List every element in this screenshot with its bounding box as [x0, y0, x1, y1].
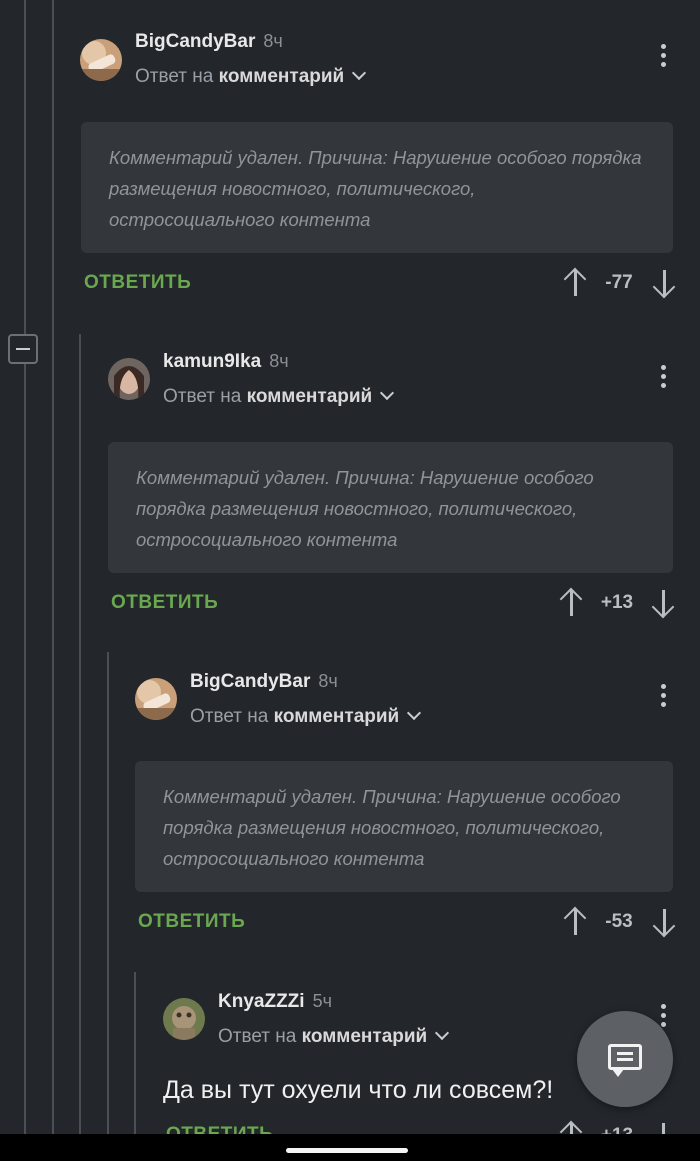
- username-text[interactable]: KnyaZZZi: [218, 991, 305, 1012]
- home-gesture-bar[interactable]: [286, 1148, 408, 1153]
- comment-icon: [608, 1044, 642, 1070]
- rating-score: +13: [595, 1125, 639, 1134]
- avatar[interactable]: [163, 998, 205, 1040]
- comment-icon-tail: [612, 1069, 624, 1077]
- comment-time: 5ч: [312, 991, 332, 1011]
- write-comment-button[interactable]: [577, 1011, 673, 1107]
- reply-button[interactable]: ОТВЕТИТЬ: [166, 1124, 273, 1134]
- kebab-icon[interactable]: [661, 1004, 667, 1031]
- reply-to[interactable]: Ответ на комментарий: [218, 1025, 450, 1048]
- username[interactable]: KnyaZZZi 5ч: [218, 991, 332, 1013]
- arrow-up-icon[interactable]: [559, 1120, 583, 1134]
- reply-to-target[interactable]: комментарий: [302, 1026, 428, 1047]
- comment: KnyaZZZi 5ч Ответ на комментарий Да вы ту…: [0, 0, 700, 1134]
- chevron-down-icon[interactable]: [435, 1025, 450, 1041]
- reply-to-prefix: Ответ на: [218, 1026, 297, 1047]
- comment-body: Да вы тут охуели что ли совсем?!: [163, 1076, 554, 1104]
- arrow-down-icon[interactable]: [651, 1121, 675, 1134]
